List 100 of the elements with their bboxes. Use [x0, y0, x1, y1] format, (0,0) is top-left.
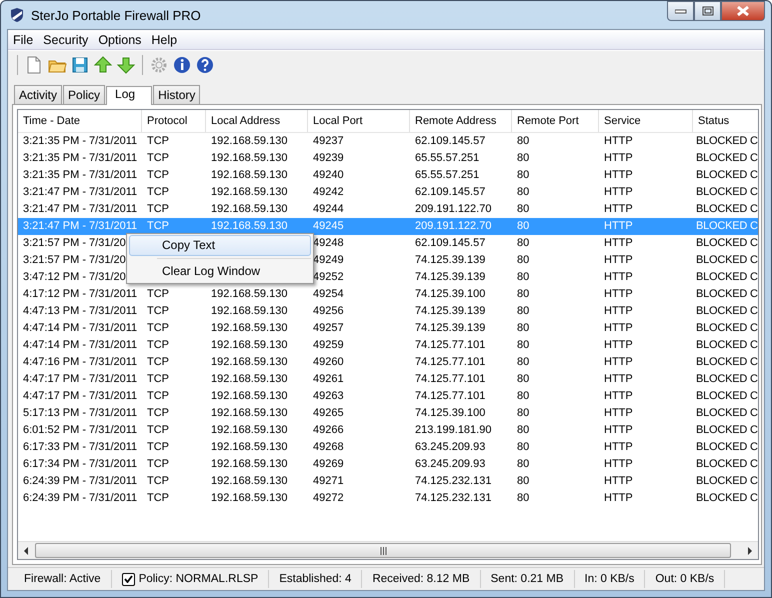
table-cell: 192.168.59.130: [211, 373, 288, 385]
column-header[interactable]: Remote Address: [410, 110, 512, 132]
table-cell: HTTP: [604, 373, 633, 385]
table-cell: 80: [517, 441, 530, 453]
horizontal-scrollbar[interactable]: [18, 541, 758, 559]
info-icon[interactable]: [172, 55, 192, 75]
table-cell: 80: [517, 390, 530, 402]
table-cell: HTTP: [604, 356, 633, 368]
down-arrow-icon[interactable]: [116, 55, 136, 75]
table-cell: BLOCKED C: [696, 322, 758, 334]
table-cell: 192.168.59.130: [211, 492, 288, 504]
table-cell: 74.125.77.101: [415, 356, 486, 368]
table-cell: HTTP: [604, 186, 633, 198]
table-cell: HTTP: [604, 271, 633, 283]
table-cell: HTTP: [604, 339, 633, 351]
status-text: Out: 0 KB/s: [655, 573, 714, 585]
table-cell: 49261: [313, 373, 344, 385]
maximize-button[interactable]: [694, 1, 721, 21]
menu-item[interactable]: Help: [146, 32, 182, 46]
scroll-left-icon[interactable]: [24, 546, 29, 554]
table-cell: 80: [517, 220, 530, 232]
table-cell: TCP: [147, 339, 169, 351]
context-menu-item[interactable]: Copy Text: [129, 235, 311, 256]
table-cell: 49260: [313, 356, 344, 368]
tab[interactable]: Policy: [63, 85, 106, 104]
table-cell: 49268: [313, 441, 344, 453]
table-cell: BLOCKED C: [696, 373, 758, 385]
tab[interactable]: Activity: [14, 85, 62, 104]
table-cell: 192.168.59.130: [211, 288, 288, 300]
table-cell: 4:47:14 PM - 7/31/2011: [23, 322, 138, 334]
table-cell: 49271: [313, 475, 344, 487]
table-cell: 62.109.145.57: [415, 237, 486, 249]
table-cell: 80: [517, 135, 530, 147]
table-cell: HTTP: [604, 169, 633, 181]
column-header[interactable]: Remote Port: [512, 110, 599, 132]
table-cell: BLOCKED C: [696, 220, 758, 232]
table-cell: BLOCKED C: [696, 492, 758, 504]
close-button[interactable]: [721, 1, 765, 21]
tab[interactable]: Log: [106, 86, 152, 105]
table-cell: BLOCKED C: [696, 152, 758, 164]
table-cell: 213.199.181.90: [415, 424, 492, 436]
table-cell: 192.168.59.130: [211, 441, 288, 453]
table-cell: 192.168.59.130: [211, 135, 288, 147]
table-cell: 49240: [313, 169, 344, 181]
table-cell: 49252: [313, 271, 344, 283]
menu-item[interactable]: Security: [38, 32, 94, 46]
table-cell: 74.125.77.101: [415, 390, 486, 402]
table-cell: 49269: [313, 458, 344, 470]
table-cell: BLOCKED C: [696, 424, 758, 436]
status-text: Firewall: Active: [24, 573, 101, 585]
shield-icon: [9, 7, 25, 23]
table-cell: HTTP: [604, 441, 633, 453]
table-cell: 6:17:34 PM - 7/31/2011: [23, 458, 138, 470]
table-cell: 74.125.232.131: [415, 492, 492, 504]
column-header[interactable]: Local Address: [206, 110, 308, 132]
table-cell: 49257: [313, 322, 344, 334]
table-cell: 49266: [313, 424, 344, 436]
table-cell: BLOCKED C: [696, 186, 758, 198]
table-cell: 80: [517, 254, 530, 266]
column-header[interactable]: Time - Date: [18, 110, 142, 132]
column-header[interactable]: Local Port: [308, 110, 410, 132]
status-text: Established: 4: [279, 573, 352, 585]
table-cell: TCP: [147, 186, 169, 198]
up-arrow-icon[interactable]: [93, 55, 113, 75]
table-cell: 80: [517, 152, 530, 164]
column-header[interactable]: Service: [599, 110, 693, 132]
table-cell: TCP: [147, 152, 169, 164]
context-menu-item[interactable]: Clear Log Window: [129, 261, 311, 282]
scroll-right-icon[interactable]: [747, 546, 752, 554]
minimize-button[interactable]: [667, 1, 694, 21]
table-cell: TCP: [147, 373, 169, 385]
menu-item[interactable]: Options: [93, 32, 146, 46]
table-cell: TCP: [147, 407, 169, 419]
table-cell: BLOCKED C: [696, 169, 758, 181]
menu-item[interactable]: File: [8, 32, 38, 46]
table-cell: 3:21:47 PM - 7/31/2011: [23, 186, 138, 198]
checkbox[interactable]: [122, 572, 135, 586]
table-cell: 49239: [313, 152, 344, 164]
save-icon[interactable]: [70, 55, 90, 75]
column-header[interactable]: Protocol: [142, 110, 206, 132]
table-cell: TCP: [147, 441, 169, 453]
table-cell: 4:47:14 PM - 7/31/2011: [23, 339, 138, 351]
table-cell: 49254: [313, 288, 344, 300]
table-cell: 192.168.59.130: [211, 186, 288, 198]
table-cell: 74.125.77.101: [415, 373, 486, 385]
table-cell: 80: [517, 373, 530, 385]
table-cell: 74.125.77.101: [415, 339, 486, 351]
tab[interactable]: History: [153, 85, 200, 104]
help-icon[interactable]: [195, 55, 215, 75]
table-cell: 80: [517, 407, 530, 419]
column-header[interactable]: Status: [693, 110, 758, 132]
table-cell: 209.191.122.70: [415, 220, 492, 232]
table-cell: 80: [517, 237, 530, 249]
table-cell: 80: [517, 288, 530, 300]
table-cell: 74.125.39.139: [415, 271, 486, 283]
table-cell: TCP: [147, 492, 169, 504]
table-cell: HTTP: [604, 135, 633, 147]
table-cell: 49259: [313, 339, 344, 351]
table-cell: 80: [517, 492, 530, 504]
table-cell: 5:17:13 PM - 7/31/2011: [23, 407, 138, 419]
